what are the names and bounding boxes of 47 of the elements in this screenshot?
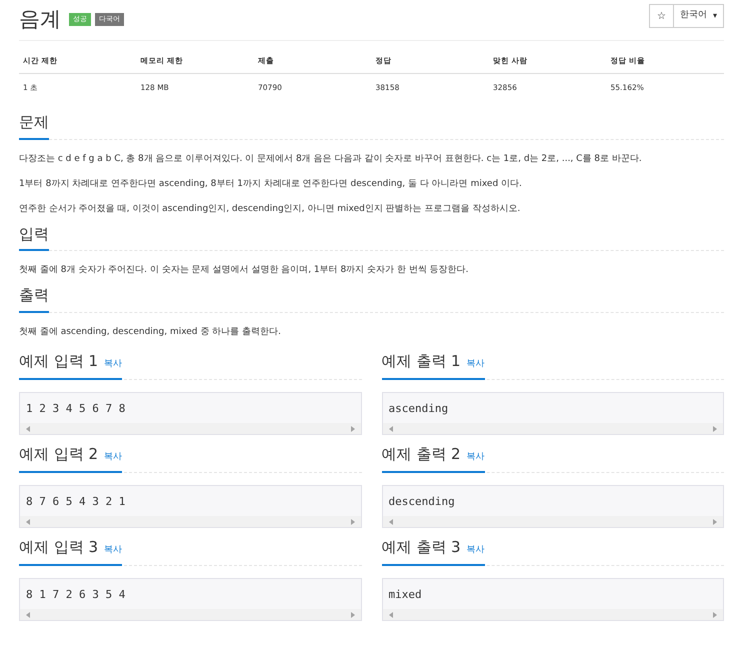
sample-code: mixed bbox=[388, 586, 423, 602]
sample-code: 1 2 3 4 5 6 7 8 bbox=[25, 400, 126, 416]
horizontal-scrollbar[interactable] bbox=[382, 423, 723, 434]
section-heading: 예제 입력 2 bbox=[19, 445, 98, 464]
scroll-right-icon[interactable] bbox=[350, 518, 354, 524]
scroll-left-icon[interactable] bbox=[388, 426, 392, 432]
horizontal-scrollbar[interactable] bbox=[20, 423, 360, 434]
language-dropdown[interactable]: 한국어 ▾ bbox=[674, 4, 724, 28]
sample-code: ascending bbox=[388, 400, 450, 416]
scroll-left-icon[interactable] bbox=[388, 518, 392, 524]
horizontal-scrollbar[interactable] bbox=[382, 516, 723, 527]
description-text: 다장조는 c d e f g a b C, 총 8개 음으로 이루어져있다. 이 문제에서 8개 음은 다음과 같이 숫자로 바꾸어 표현한다. c는 1로, d는 2로, ..., C를 8로 바꾼다. bbox=[19, 152, 643, 166]
section-heading: 예제 출력 1 bbox=[382, 352, 461, 371]
sample-code: descending bbox=[388, 494, 456, 510]
scroll-left-icon[interactable] bbox=[26, 612, 30, 618]
description-text: 첫째 줄에 8개 숫자가 주어진다. 이 숫자는 문제 설명에서 설명한 음이며, 1부터 8까지 숫자가 한 번씩 등장한다. bbox=[19, 264, 470, 278]
copy-link[interactable]: 복사 bbox=[466, 358, 485, 372]
copy-link[interactable]: 복사 bbox=[104, 544, 122, 558]
problem-title: 음계 bbox=[19, 6, 61, 32]
scroll-right-icon[interactable] bbox=[713, 518, 717, 524]
horizontal-scrollbar[interactable] bbox=[20, 609, 360, 620]
scroll-right-icon[interactable] bbox=[713, 612, 717, 618]
sample-code: 8 1 7 2 6 3 5 4 bbox=[25, 586, 126, 602]
description-text: 1부터 8까지 차례대로 연주한다면 ascending, 8부터 1까지 차례대로 연주한다면 descending, 둘 다 아니라면 mixed 이다. bbox=[19, 178, 523, 190]
scroll-left-icon[interactable] bbox=[26, 518, 30, 524]
section-heading: 입력 bbox=[19, 224, 49, 244]
copy-link[interactable]: 복사 bbox=[104, 358, 122, 372]
description-text: 연주한 순서가 주어졌을 때, 이것이 ascending인지, descending인지, 아니면 mixed인지 판별하는 프로그램을 작성하시오. bbox=[19, 202, 522, 216]
section-heading: 예제 출력 2 bbox=[382, 445, 461, 464]
section-heading: 예제 출력 3 bbox=[382, 538, 461, 557]
section-heading: 출력 bbox=[19, 286, 49, 305]
section-heading: 예제 입력 1 bbox=[19, 352, 98, 371]
scroll-left-icon[interactable] bbox=[388, 612, 392, 618]
horizontal-scrollbar[interactable] bbox=[382, 609, 723, 620]
scroll-right-icon[interactable] bbox=[713, 426, 717, 432]
horizontal-scrollbar[interactable] bbox=[20, 516, 360, 527]
scroll-left-icon[interactable] bbox=[26, 426, 30, 432]
scroll-right-icon[interactable] bbox=[350, 426, 354, 432]
copy-link[interactable]: 복사 bbox=[104, 451, 122, 464]
copy-link[interactable]: 복사 bbox=[466, 451, 485, 464]
sample-code: 8 7 6 5 4 3 2 1 bbox=[25, 494, 126, 510]
description-text: 첫째 줄에 ascending, descending, mixed 중 하나를 출력한다. bbox=[19, 326, 282, 339]
section-heading: 예제 입력 3 bbox=[19, 538, 98, 557]
section-heading: 문제 bbox=[19, 112, 49, 132]
scroll-right-icon[interactable] bbox=[350, 612, 354, 618]
copy-link[interactable]: 복사 bbox=[466, 544, 485, 558]
star-button[interactable]: ☆ bbox=[648, 4, 674, 28]
